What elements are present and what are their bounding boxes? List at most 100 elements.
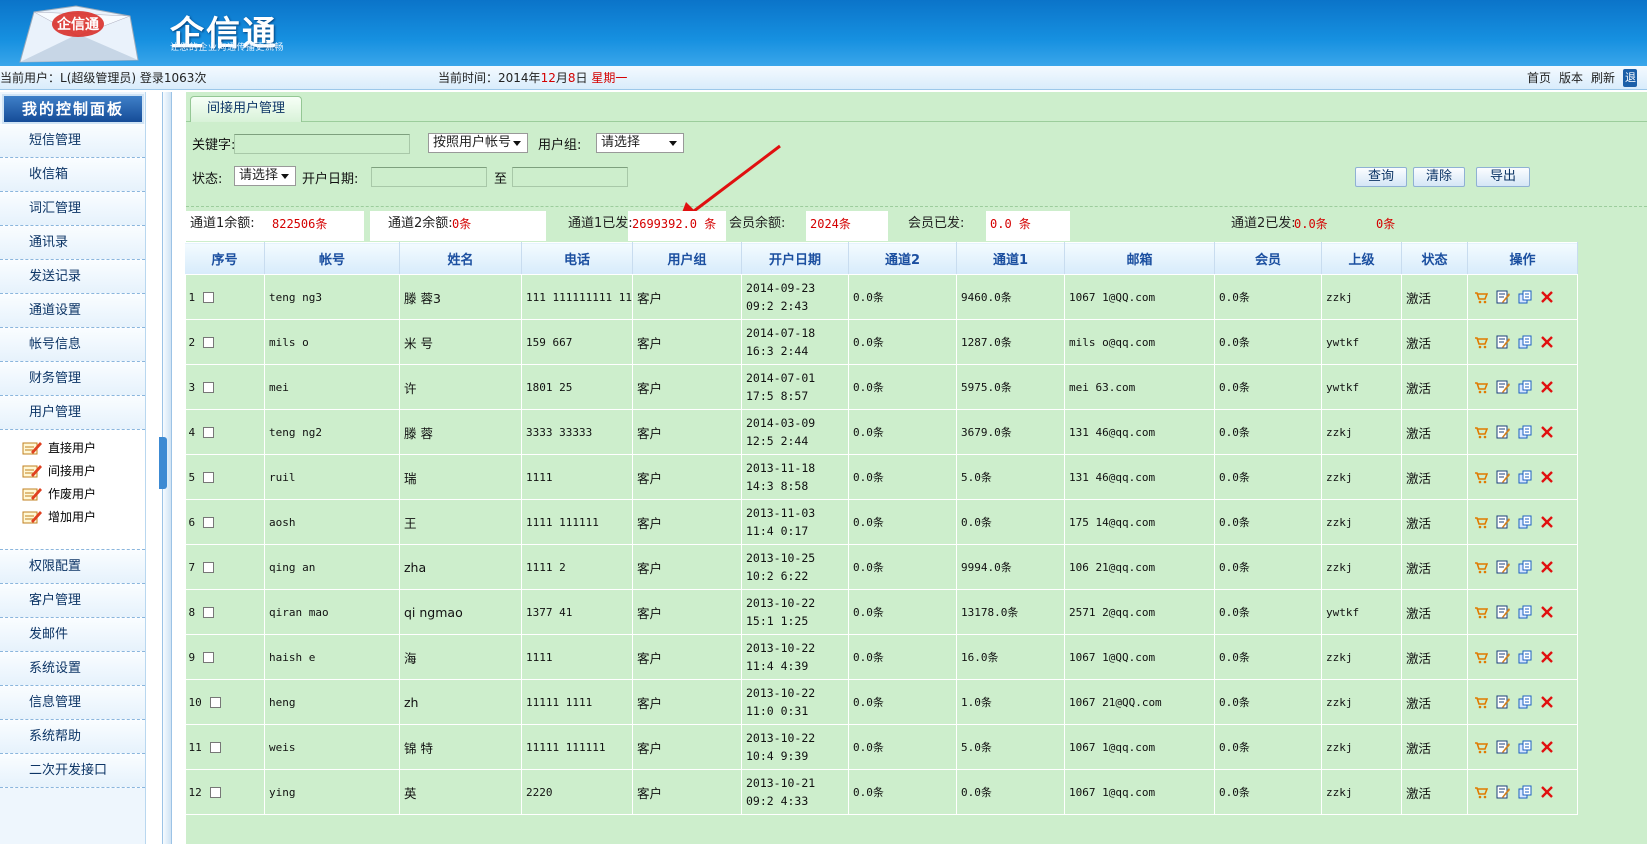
collapse-handle[interactable] bbox=[159, 437, 167, 489]
sidebar-item-bottom-4[interactable]: 信息管理 bbox=[0, 686, 145, 720]
edit-icon[interactable] bbox=[1496, 605, 1510, 619]
sidebar-item-1[interactable]: 收信箱 bbox=[0, 158, 145, 192]
recharge-icon[interactable] bbox=[1474, 335, 1489, 349]
recharge-icon[interactable] bbox=[1474, 740, 1489, 754]
column-header-6[interactable]: 通道2 bbox=[847, 242, 957, 275]
sidebar-item-4[interactable]: 发送记录 bbox=[0, 260, 145, 294]
copy-icon[interactable] bbox=[1518, 785, 1532, 799]
delete-icon[interactable] bbox=[1540, 515, 1554, 529]
date-from-input[interactable] bbox=[371, 167, 487, 187]
copy-icon[interactable] bbox=[1518, 650, 1532, 664]
recharge-icon[interactable] bbox=[1474, 560, 1489, 574]
sidebar-item-7[interactable]: 财务管理 bbox=[0, 362, 145, 396]
recharge-icon[interactable] bbox=[1474, 515, 1489, 529]
delete-icon[interactable] bbox=[1540, 290, 1554, 304]
column-header-10[interactable]: 上级 bbox=[1320, 242, 1402, 275]
sidebar-item-6[interactable]: 帐号信息 bbox=[0, 328, 145, 362]
edit-icon[interactable] bbox=[1496, 290, 1510, 304]
edit-icon[interactable] bbox=[1496, 515, 1510, 529]
table-row[interactable]: 6 aosh 王 1111 111111 客户 2013-11-03 11:4 0:17 0… bbox=[184, 499, 1578, 545]
recharge-icon[interactable] bbox=[1474, 650, 1489, 664]
delete-icon[interactable] bbox=[1540, 425, 1554, 439]
submenu-item-3[interactable]: 增加用户 bbox=[22, 505, 145, 528]
table-row[interactable]: 12 ying 英 2220 客户 2013-10-21 09:2 4:33 0.0条 0.0… bbox=[184, 769, 1578, 815]
edit-icon[interactable] bbox=[1496, 650, 1510, 664]
edit-icon[interactable] bbox=[1496, 335, 1510, 349]
row-checkbox[interactable] bbox=[203, 427, 215, 438]
column-header-11[interactable]: 状态 bbox=[1400, 242, 1468, 275]
row-checkbox[interactable] bbox=[203, 292, 215, 303]
status-select[interactable]: 请选择 bbox=[234, 166, 296, 186]
table-row[interactable]: 8 qiran mao qi ngmao 1377 41 客户 2013-10-22 15… bbox=[184, 589, 1578, 635]
column-header-12[interactable]: 操作 bbox=[1466, 242, 1578, 275]
submenu-item-2[interactable]: 作废用户 bbox=[22, 482, 145, 505]
column-header-2[interactable]: 姓名 bbox=[399, 242, 522, 275]
recharge-icon[interactable] bbox=[1474, 605, 1489, 619]
row-checkbox[interactable] bbox=[209, 742, 221, 753]
version-link[interactable]: 版本 bbox=[1559, 66, 1583, 90]
home-link[interactable]: 首页 bbox=[1527, 66, 1551, 90]
sidebar-item-bottom-1[interactable]: 客户管理 bbox=[0, 584, 145, 618]
group-select[interactable]: 请选择 bbox=[596, 133, 684, 153]
copy-icon[interactable] bbox=[1518, 605, 1532, 619]
search-by-select[interactable]: 按照用户帐号 bbox=[428, 133, 528, 153]
sidebar-splitter[interactable] bbox=[159, 92, 172, 844]
copy-icon[interactable] bbox=[1518, 380, 1532, 394]
recharge-icon[interactable] bbox=[1474, 470, 1489, 484]
sidebar-item-3[interactable]: 通讯录 bbox=[0, 226, 145, 260]
recharge-icon[interactable] bbox=[1474, 290, 1489, 304]
column-header-0[interactable]: 序号 bbox=[184, 242, 265, 275]
exit-button[interactable]: 退 bbox=[1623, 69, 1637, 87]
table-row[interactable]: 5 ruil 瑞 1111 客户 2013-11-18 14:3 8:58 0.0条 5.0条… bbox=[184, 454, 1578, 500]
row-checkbox[interactable] bbox=[203, 382, 215, 393]
row-checkbox[interactable] bbox=[203, 562, 215, 573]
date-to-input[interactable] bbox=[512, 167, 628, 187]
export-button[interactable]: 导出 bbox=[1476, 167, 1530, 187]
tab-indirect-user-management[interactable]: 间接用户管理 bbox=[190, 96, 303, 122]
copy-icon[interactable] bbox=[1518, 695, 1532, 709]
table-row[interactable]: 7 qing an zha 1111 2 客户 2013-10-25 10:2 6:22 0… bbox=[184, 544, 1578, 590]
delete-icon[interactable] bbox=[1540, 695, 1554, 709]
keyword-input[interactable] bbox=[234, 134, 410, 154]
row-checkbox[interactable] bbox=[209, 787, 221, 798]
column-header-8[interactable]: 邮箱 bbox=[1063, 242, 1215, 275]
sidebar-item-8[interactable]: 用户管理 bbox=[0, 396, 145, 430]
sidebar-item-0[interactable]: 短信管理 bbox=[0, 124, 145, 158]
copy-icon[interactable] bbox=[1518, 515, 1532, 529]
row-checkbox[interactable] bbox=[203, 607, 215, 618]
edit-icon[interactable] bbox=[1496, 380, 1510, 394]
copy-icon[interactable] bbox=[1518, 335, 1532, 349]
delete-icon[interactable] bbox=[1540, 335, 1554, 349]
table-row[interactable]: 10 heng zh 11111 1111 客户 2013-10-22 11:0 0:31… bbox=[184, 679, 1578, 725]
row-checkbox[interactable] bbox=[203, 517, 215, 528]
table-row[interactable]: 11 weis 锦 特 11111 111111 客户 2013-10-22 10:4 9… bbox=[184, 724, 1578, 770]
row-checkbox[interactable] bbox=[203, 652, 215, 663]
sidebar-item-bottom-5[interactable]: 系统帮助 bbox=[0, 720, 145, 754]
copy-icon[interactable] bbox=[1518, 560, 1532, 574]
column-header-9[interactable]: 会员 bbox=[1213, 242, 1322, 275]
delete-icon[interactable] bbox=[1540, 785, 1554, 799]
refresh-link[interactable]: 刷新 bbox=[1591, 66, 1615, 90]
edit-icon[interactable] bbox=[1496, 470, 1510, 484]
edit-icon[interactable] bbox=[1496, 785, 1510, 799]
sidebar-item-bottom-6[interactable]: 二次开发接口 bbox=[0, 754, 145, 788]
table-row[interactable]: 4 teng ng2 滕 蓉 3333 33333 客户 2014-03-09 12:5 … bbox=[184, 409, 1578, 455]
edit-icon[interactable] bbox=[1496, 560, 1510, 574]
table-row[interactable]: 2 mils o米 号 159 667 客户 2014-07-18 16:3 2:44 0… bbox=[184, 319, 1578, 365]
row-checkbox[interactable] bbox=[203, 337, 215, 348]
sidebar-item-bottom-3[interactable]: 系统设置 bbox=[0, 652, 145, 686]
delete-icon[interactable] bbox=[1540, 470, 1554, 484]
sidebar-item-5[interactable]: 通道设置 bbox=[0, 294, 145, 328]
sidebar-item-bottom-0[interactable]: 权限配置 bbox=[0, 550, 145, 584]
edit-icon[interactable] bbox=[1496, 695, 1510, 709]
recharge-icon[interactable] bbox=[1474, 785, 1489, 799]
delete-icon[interactable] bbox=[1540, 650, 1554, 664]
sidebar-item-bottom-2[interactable]: 发邮件 bbox=[0, 618, 145, 652]
edit-icon[interactable] bbox=[1496, 740, 1510, 754]
delete-icon[interactable] bbox=[1540, 560, 1554, 574]
table-row[interactable]: 3 mei 许 1801 25 客户 2014-07-01 17:5 8:57 0.0条 59… bbox=[184, 364, 1578, 410]
query-button[interactable]: 查询 bbox=[1355, 167, 1407, 187]
delete-icon[interactable] bbox=[1540, 740, 1554, 754]
column-header-7[interactable]: 通道1 bbox=[955, 242, 1065, 275]
recharge-icon[interactable] bbox=[1474, 695, 1489, 709]
